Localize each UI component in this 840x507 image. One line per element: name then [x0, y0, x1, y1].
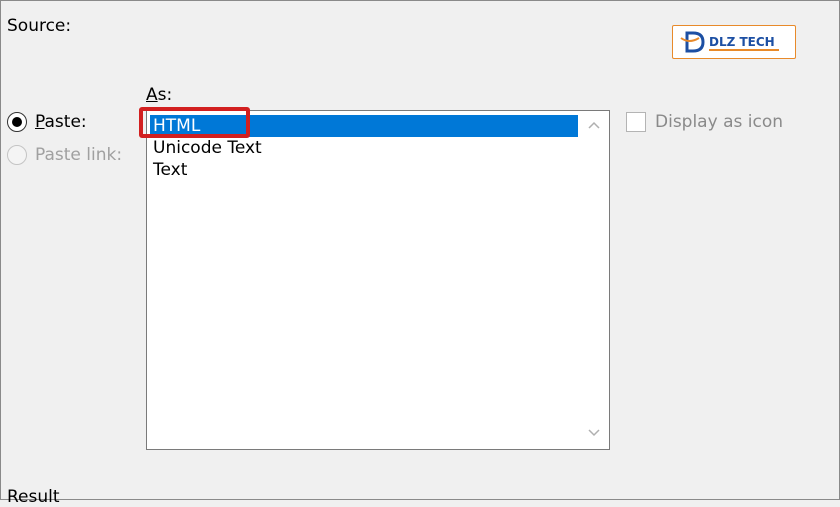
dlz-tech-logo: DLZ TECH — [672, 25, 796, 59]
paste-radio-label: Paste: — [35, 112, 87, 132]
display-as-icon-option[interactable]: Display as icon — [626, 112, 783, 132]
paste-link-radio-label: Paste link: — [35, 145, 123, 165]
format-listbox[interactable]: HTML Unicode Text Text — [146, 110, 610, 450]
format-item-text[interactable]: Text — [150, 159, 187, 181]
paste-radio-option[interactable]: Paste: — [7, 112, 87, 132]
display-as-icon-label: Display as icon — [655, 112, 783, 132]
as-label: As: — [146, 85, 173, 105]
format-item-html[interactable]: HTML — [150, 115, 578, 137]
scroll-down-icon[interactable] — [588, 427, 600, 439]
logo-text: DLZ TECH — [709, 35, 775, 49]
listbox-scrollbar[interactable] — [579, 111, 609, 449]
paste-radio[interactable] — [7, 112, 27, 132]
scroll-up-icon[interactable] — [588, 119, 600, 131]
paste-link-radio-option[interactable]: Paste link: — [7, 145, 122, 165]
format-item-unicode-text[interactable]: Unicode Text — [150, 137, 262, 159]
result-label: Result — [7, 487, 60, 507]
source-label: Source: — [7, 16, 72, 36]
display-as-icon-checkbox[interactable] — [626, 112, 646, 132]
paste-link-radio[interactable] — [7, 145, 27, 165]
